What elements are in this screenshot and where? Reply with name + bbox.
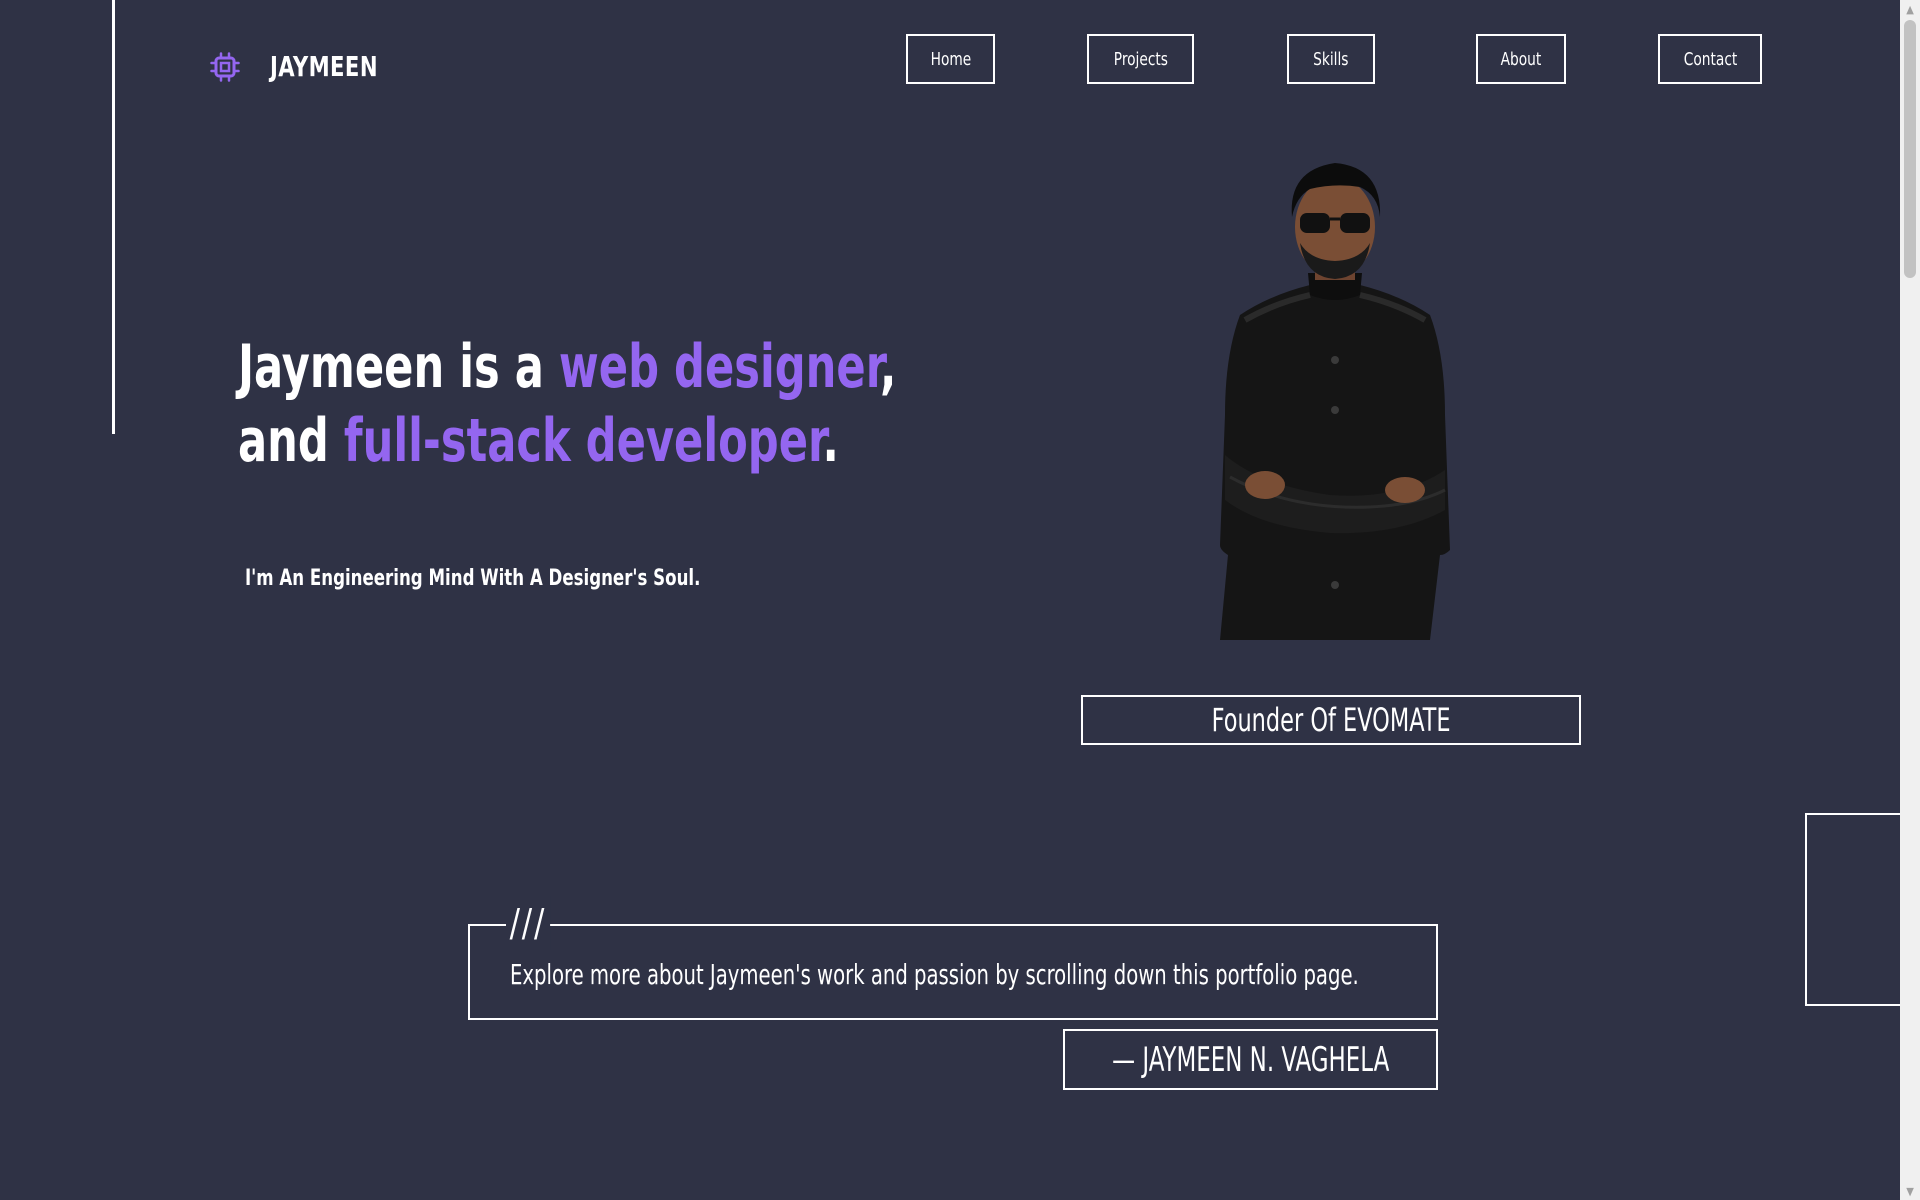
nav-home-button[interactable]: Home bbox=[906, 34, 995, 84]
founder-badge: Founder Of EVOMATE bbox=[1081, 695, 1581, 745]
hero-line2-accent: full-stack developer bbox=[343, 406, 823, 476]
scrollbar[interactable]: ▲ ▼ bbox=[1900, 0, 1920, 1200]
hero-headline-line2: and full-stack developer. bbox=[238, 404, 896, 478]
hero-line2-prefix: and bbox=[238, 406, 344, 476]
hero-line1-accent: web designer bbox=[558, 332, 880, 402]
cpu-chip-icon bbox=[210, 51, 240, 82]
hero-headline-line1: Jaymeen is a web designer, bbox=[238, 330, 896, 404]
decorative-frame bbox=[1805, 813, 1905, 1006]
brand-name: JAYMEEN bbox=[270, 50, 378, 83]
scrollbar-thumb[interactable] bbox=[1904, 20, 1916, 278]
hero-line2-suffix: . bbox=[822, 406, 839, 476]
portrait-image bbox=[1220, 163, 1450, 640]
hero-headline: Jaymeen is a web designer, and full-stac… bbox=[238, 330, 896, 478]
nav-contact-button[interactable]: Contact bbox=[1658, 34, 1762, 84]
portfolio-page: JAYMEEN Home Projects Skills About Conta… bbox=[0, 0, 1920, 1200]
nav-contact-label: Contact bbox=[1683, 48, 1737, 70]
nav-skills-button[interactable]: Skills bbox=[1287, 34, 1375, 84]
hero-line1-prefix: Jaymeen is a bbox=[238, 332, 559, 402]
nav-skills-label: Skills bbox=[1313, 48, 1349, 70]
quote-author-label: — JAYMEEN N. VAGHELA bbox=[1111, 1039, 1390, 1080]
quote-mark: /// bbox=[506, 896, 550, 950]
hero-tagline: I'm An Engineering Mind With A Designer'… bbox=[245, 566, 701, 591]
brand[interactable]: JAYMEEN bbox=[210, 50, 399, 83]
quote-author: — JAYMEEN N. VAGHELA bbox=[1063, 1029, 1438, 1090]
scroll-down-arrow-icon[interactable]: ▼ bbox=[1900, 1182, 1920, 1200]
nav-about-label: About bbox=[1500, 48, 1542, 70]
nav-projects-button[interactable]: Projects bbox=[1087, 34, 1194, 84]
nav-about-button[interactable]: About bbox=[1476, 34, 1566, 84]
quote-text: Explore more about Jaymeen's work and pa… bbox=[510, 958, 1359, 991]
left-vertical-rule bbox=[112, 0, 115, 434]
scroll-up-arrow-icon[interactable]: ▲ bbox=[1900, 0, 1920, 18]
nav-home-label: Home bbox=[930, 48, 971, 70]
quote-box: /// Explore more about Jaymeen's work an… bbox=[468, 896, 1438, 1020]
founder-label: Founder Of EVOMATE bbox=[1211, 701, 1451, 739]
nav-projects-label: Projects bbox=[1113, 48, 1168, 70]
hero-line1-suffix: , bbox=[879, 332, 897, 402]
